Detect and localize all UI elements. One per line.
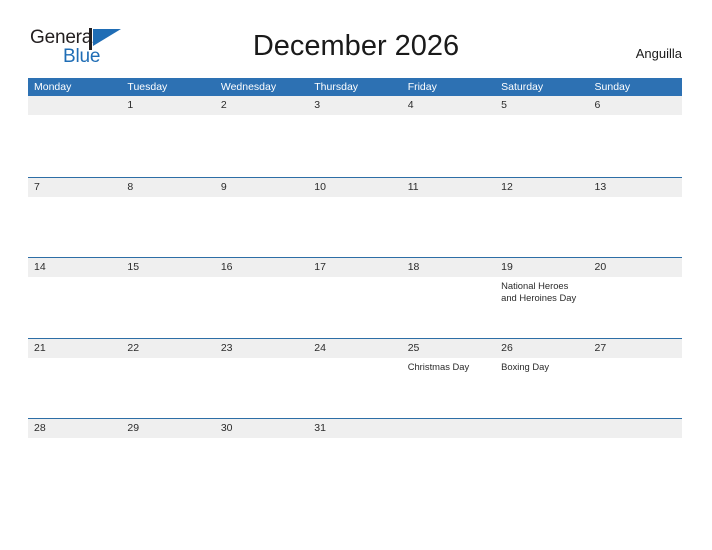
- calendar-week-row: 21 22 23 24 25 Christmas Day 26 Boxing Day 27: [28, 337, 682, 419]
- day-number: 2: [220, 99, 227, 111]
- day-cell-26[interactable]: 26 Boxing Day: [495, 339, 588, 419]
- day-cell-empty: [589, 419, 682, 499]
- day-cell-14[interactable]: 14: [28, 258, 121, 338]
- day-number: 6: [594, 99, 601, 111]
- day-number: 24: [314, 341, 326, 354]
- region-label: Anguilla: [635, 46, 682, 61]
- calendar-week-row: 28 29 30 31: [28, 418, 682, 499]
- calendar-week-row: 14 15 16 17 18 19 National Heroes and Heroines…: [28, 257, 682, 338]
- day-number: 17: [314, 261, 326, 273]
- day-cell-12[interactable]: 12: [495, 178, 588, 258]
- page-title: December 2026: [252, 30, 460, 62]
- day-number: 26: [501, 341, 513, 354]
- weekday-header-thursday: Thursday: [314, 81, 359, 93]
- day-cell-5[interactable]: 5: [495, 96, 588, 177]
- day-cell-7[interactable]: 7: [28, 178, 121, 258]
- weekday-header-row: Monday Tuesday Wednesday Thursday Friday Satu…: [28, 78, 682, 96]
- day-cell-20[interactable]: 20: [589, 258, 682, 338]
- day-cell-empty: [495, 419, 588, 499]
- day-cell-2[interactable]: 2: [215, 96, 308, 177]
- day-number: 12: [501, 180, 513, 193]
- day-number: 14: [34, 261, 46, 273]
- day-number: 9: [220, 180, 227, 193]
- day-number: 8: [127, 180, 134, 193]
- day-events: Christmas Day: [408, 361, 495, 373]
- page-header: General Blue December 2026 Anguilla: [0, 0, 712, 66]
- day-number: 10: [314, 180, 326, 193]
- weekday-header-sunday: Sunday: [594, 81, 631, 93]
- holiday-event-label: Christmas Day: [407, 360, 470, 372]
- day-number: 4: [407, 99, 414, 111]
- day-cell-6[interactable]: 6: [589, 96, 682, 177]
- day-cell-24[interactable]: 24: [308, 339, 401, 419]
- day-number: 30: [220, 422, 233, 434]
- day-number: 13: [594, 180, 607, 193]
- day-number: 18: [407, 261, 420, 273]
- day-number: 21: [34, 341, 46, 354]
- day-cell-15[interactable]: 15: [121, 258, 214, 338]
- day-cell-1[interactable]: 1: [121, 96, 214, 177]
- day-cell-27[interactable]: 27: [589, 339, 682, 419]
- weekday-header-wednesday: Wednesday: [220, 81, 277, 93]
- day-number: 7: [34, 180, 40, 193]
- day-number: 1: [127, 99, 134, 111]
- week-cells: 7 8 9 10 11 12 13: [28, 178, 682, 258]
- day-cell-18[interactable]: 18: [402, 258, 495, 338]
- day-cell-30[interactable]: 30: [215, 419, 308, 499]
- calendar-week-row: 1 2 3 4 5 6: [28, 96, 682, 177]
- day-number: 15: [127, 261, 140, 273]
- day-cell-16[interactable]: 16: [215, 258, 308, 338]
- day-cell-17[interactable]: 17: [308, 258, 401, 338]
- week-cells: 1 2 3 4 5 6: [28, 96, 682, 177]
- weekday-header-saturday: Saturday: [501, 81, 544, 93]
- week-cells: 21 22 23 24 25 Christmas Day 26 Boxing Day 27: [28, 339, 682, 419]
- holiday-event-label: National Heroes and Heroines Day: [501, 280, 577, 304]
- calendar-grid: Monday Tuesday Wednesday Thursday Friday Satu…: [28, 78, 682, 499]
- calendar-page: General Blue December 2026 Anguilla Mond…: [0, 0, 712, 550]
- calendar-week-row: 7 8 9 10 11 12 13: [28, 176, 682, 258]
- day-number: 23: [220, 341, 233, 354]
- week-cells: 28 29 30 31: [28, 419, 682, 499]
- day-cell-22[interactable]: 22: [121, 339, 214, 419]
- day-number: 31: [314, 422, 326, 434]
- day-cell-31[interactable]: 31: [308, 419, 401, 499]
- day-number: 27: [594, 341, 607, 354]
- day-number: 25: [407, 341, 420, 354]
- week-cells: 14 15 16 17 18 19 National Heroes and Heroines…: [28, 258, 682, 338]
- calendar-weeks: 1 2 3 4 5 6 7 8 9 10 11 12 13 14 15 16 17 18 19 National He…: [28, 96, 682, 499]
- weekday-header-tuesday: Tuesday: [127, 81, 168, 93]
- day-number: 3: [314, 99, 321, 111]
- day-cell-25[interactable]: 25 Christmas Day: [402, 339, 495, 419]
- day-number: 22: [127, 341, 140, 354]
- day-number: 29: [127, 422, 140, 434]
- day-cell-21[interactable]: 21: [28, 339, 121, 419]
- day-cell-9[interactable]: 9: [215, 178, 308, 258]
- day-cell-empty: [402, 419, 495, 499]
- day-cell-4[interactable]: 4: [402, 96, 495, 177]
- day-events: National Heroes and Heroines Day: [501, 280, 588, 305]
- day-cell-19[interactable]: 19 National Heroes and Heroines Day: [495, 258, 588, 338]
- weekday-header-friday: Friday: [407, 81, 437, 93]
- day-number: 11: [407, 180, 419, 193]
- day-cell-3[interactable]: 3: [308, 96, 401, 177]
- day-cell-10[interactable]: 10: [308, 178, 401, 258]
- day-cell-13[interactable]: 13: [589, 178, 682, 258]
- day-number: 16: [220, 261, 233, 273]
- day-number: 28: [34, 422, 46, 434]
- day-cell-29[interactable]: 29: [121, 419, 214, 499]
- day-number: 19: [501, 261, 513, 273]
- day-cell-11[interactable]: 11: [402, 178, 495, 258]
- day-cell-28[interactable]: 28: [28, 419, 121, 499]
- day-cell-23[interactable]: 23: [215, 339, 308, 419]
- day-number: 20: [594, 261, 607, 273]
- weekday-header-monday: Monday: [34, 81, 72, 93]
- holiday-event-label: Boxing Day: [501, 360, 550, 372]
- day-number: 5: [501, 99, 507, 111]
- day-cell-empty: [28, 96, 121, 177]
- day-cell-8[interactable]: 8: [121, 178, 214, 258]
- day-events: Boxing Day: [501, 361, 588, 373]
